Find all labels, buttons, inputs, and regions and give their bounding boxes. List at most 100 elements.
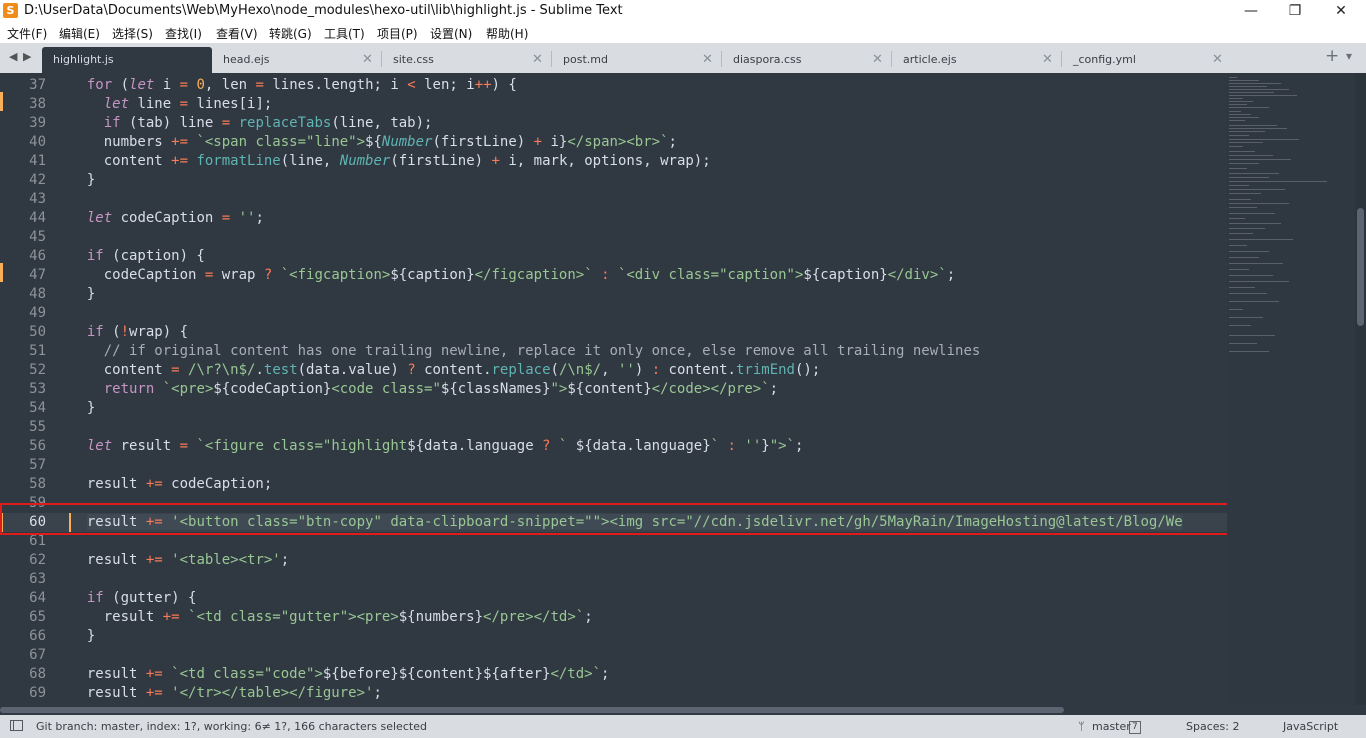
horizontal-scrollbar-thumb[interactable]: [0, 707, 1064, 713]
line-number: 48: [29, 286, 46, 302]
tab-close-icon[interactable]: ✕: [1042, 52, 1053, 67]
tab-label: diaspora.css: [733, 53, 802, 66]
git-branch-icon: ᛘ: [1078, 720, 1085, 733]
menu-project[interactable]: 项目(P): [377, 25, 418, 42]
code-line: return `<pre>${codeCaption}<code class="…: [103, 381, 779, 397]
code-line: if (tab) line = replaceTabs(line, tab);: [103, 115, 433, 131]
code-editor[interactable]: 37 38 39 40 41 42 43 44 45 46 47 48 49 5…: [0, 73, 1366, 705]
line-number: 44: [29, 210, 46, 226]
tab-post-md[interactable]: post.md ✕: [552, 47, 722, 73]
close-button[interactable]: ✕: [1326, 1, 1356, 21]
tab-list-icon[interactable]: ▾: [1346, 49, 1352, 63]
menu-tools[interactable]: 工具(T): [324, 25, 365, 42]
menu-help[interactable]: 帮助(H): [486, 25, 528, 42]
line-number: 46: [29, 248, 46, 264]
menu-bar: 文件(F) 编辑(E) 选择(S) 查找(I) 查看(V) 转跳(G) 工具(T…: [0, 23, 1366, 43]
tab-close-icon[interactable]: ✕: [1212, 52, 1223, 67]
code-line: }: [70, 628, 96, 644]
status-bar: Git branch: master, index: 1?, working: …: [0, 715, 1366, 738]
line-number: 51: [29, 343, 46, 359]
indentation-setting[interactable]: Spaces: 2: [1186, 720, 1239, 733]
vertical-scrollbar-thumb[interactable]: [1357, 208, 1364, 326]
tab-scroll-left-icon[interactable]: ◀: [9, 50, 17, 63]
panel-toggle-icon[interactable]: [10, 720, 23, 731]
code-line: codeCaption = wrap ? `<figcaption>${capt…: [70, 267, 956, 283]
line-number: 63: [29, 571, 46, 587]
code-line: for (let i = 0, len = lines.length; i < …: [86, 77, 517, 93]
line-number: 57: [29, 457, 46, 473]
git-status: Git branch: master, index: 1?, working: …: [36, 720, 427, 733]
line-number: 50: [29, 324, 46, 340]
tab-close-icon[interactable]: ✕: [872, 52, 883, 67]
syntax-selector[interactable]: JavaScript: [1283, 720, 1338, 733]
tab-close-icon[interactable]: ✕: [362, 52, 373, 67]
line-number: 42: [29, 172, 46, 188]
line-number: 45: [29, 229, 46, 245]
tab-close-icon[interactable]: ✕: [532, 52, 543, 67]
line-number: 37: [29, 77, 46, 93]
line-number: 49: [29, 305, 46, 321]
code-line: let result = `<figure class="highlight${…: [86, 438, 804, 454]
code-line: }: [70, 172, 96, 188]
tab-label: site.css: [393, 53, 434, 66]
line-number: 56: [29, 438, 46, 454]
line-number: 58: [29, 476, 46, 492]
code-line: result += `<td class="gutter"><pre>${num…: [70, 609, 593, 625]
line-number: 64: [29, 590, 46, 606]
line-number: 53: [29, 381, 46, 397]
code-line: content += formatLine(line, Number(first…: [70, 153, 711, 169]
line-number: 67: [29, 647, 46, 663]
line-number: 69: [29, 685, 46, 701]
line-number: 47: [29, 267, 46, 283]
sublime-app-icon: S: [3, 3, 18, 18]
menu-view[interactable]: 查看(V): [216, 25, 258, 42]
code-line: }: [70, 286, 96, 302]
menu-edit[interactable]: 编辑(E): [59, 25, 100, 42]
code-line: result += '<table><tr>';: [70, 552, 290, 568]
menu-goto[interactable]: 转跳(G): [269, 25, 312, 42]
tab-site-css[interactable]: site.css ✕: [382, 47, 552, 73]
menu-file[interactable]: 文件(F): [7, 25, 47, 42]
tab-scroll-right-icon[interactable]: ▶: [23, 50, 31, 63]
line-number: 62: [29, 552, 46, 568]
minimize-button[interactable]: —: [1236, 1, 1266, 21]
tab-close-icon[interactable]: ✕: [702, 52, 713, 67]
code-line: // if original content has one trailing …: [103, 343, 981, 359]
line-number: 38: [29, 96, 46, 112]
code-line: numbers += `<span class="line">${Number(…: [70, 134, 677, 150]
window-title: D:\UserData\Documents\Web\MyHexo\node_mo…: [24, 3, 623, 18]
tab-head-ejs[interactable]: head.ejs ✕: [212, 47, 382, 73]
git-branch-label[interactable]: master: [1092, 720, 1131, 733]
line-number: 41: [29, 153, 46, 169]
code-line: let line = lines[i];: [103, 96, 273, 112]
code-line: content = /\r?\n$/.test(data.value) ? co…: [70, 362, 821, 378]
tab-label: highlight.js: [53, 53, 114, 66]
code-line: result += '</tr></table></figure>';: [70, 685, 382, 701]
menu-preferences[interactable]: 设置(N): [430, 25, 472, 42]
maximize-button[interactable]: ❐: [1280, 1, 1310, 21]
tab-label: head.ejs: [223, 53, 270, 66]
vertical-scrollbar[interactable]: [1355, 73, 1366, 705]
line-number: 52: [29, 362, 46, 378]
tab-diaspora-css[interactable]: diaspora.css ✕: [722, 47, 892, 73]
code-line: result += `<td class="code">${before}${c…: [70, 666, 610, 682]
tab-label: article.ejs: [903, 53, 957, 66]
tab-config-yml[interactable]: _config.yml ✕: [1062, 47, 1232, 73]
line-number: 68: [29, 666, 46, 682]
tab-article-ejs[interactable]: article.ejs ✕: [892, 47, 1062, 73]
code-line: let codeCaption = '';: [86, 210, 264, 226]
line-number: 55: [29, 419, 46, 435]
horizontal-scrollbar[interactable]: [0, 705, 1366, 715]
code-line: }: [70, 400, 96, 416]
line-number: 43: [29, 191, 46, 207]
new-tab-icon[interactable]: +: [1325, 46, 1339, 66]
code-line: if (gutter) {: [86, 590, 197, 606]
tab-label: post.md: [563, 53, 608, 66]
menu-find[interactable]: 查找(I): [165, 25, 202, 42]
menu-selection[interactable]: 选择(S): [112, 25, 153, 42]
minimap[interactable]: [1227, 73, 1355, 705]
tab-highlight-js[interactable]: highlight.js: [42, 47, 212, 73]
tab-bar: ◀ ▶ highlight.js head.ejs ✕ site.css ✕ p…: [0, 43, 1366, 73]
branch-badge: 7: [1129, 721, 1141, 734]
line-number: 54: [29, 400, 46, 416]
